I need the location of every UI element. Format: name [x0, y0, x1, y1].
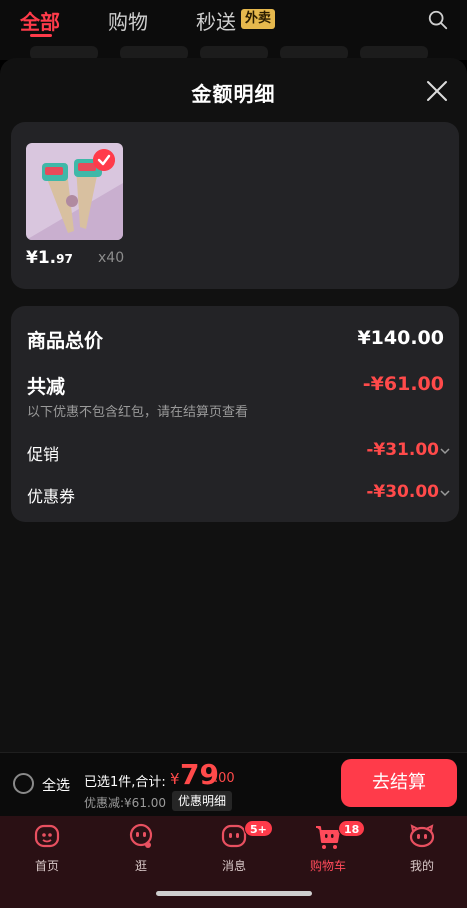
- nav-stroll[interactable]: 逛: [113, 822, 169, 876]
- coupon-value: -¥30.00: [366, 482, 439, 502]
- selected-check-icon: [93, 149, 115, 171]
- tab-miaosong[interactable]: 秒送: [196, 6, 236, 35]
- product-quantity: x40: [98, 250, 125, 266]
- discount-amount-text: 优惠减:¥61.00: [84, 796, 167, 810]
- nav-home[interactable]: 首页: [19, 822, 75, 876]
- total-price-value: ¥140.00: [357, 327, 444, 349]
- chevron-down-icon[interactable]: [439, 445, 451, 457]
- sheet-title: 金额明细: [191, 82, 276, 106]
- nav-label: 消息: [221, 859, 246, 873]
- nav-label: 首页: [34, 859, 59, 873]
- coupon-label: 优惠券: [27, 487, 76, 506]
- promo-label: 促销: [27, 445, 60, 464]
- profile-face-icon: [409, 824, 435, 848]
- nav-label: 逛: [134, 859, 147, 873]
- reduction-note: 以下优惠不包含红包，请在结算页查看: [27, 405, 249, 420]
- message-count-badge: 5+: [244, 820, 273, 837]
- cart-count-badge: 18: [338, 820, 366, 837]
- waimai-badge: 外卖: [241, 9, 276, 29]
- stroll-face-icon: [129, 823, 153, 848]
- home-indicator: [156, 891, 312, 896]
- total-reduction-value: -¥61.00: [362, 373, 444, 395]
- nav-messages[interactable]: 5+ 消息: [206, 820, 273, 876]
- checkout-button[interactable]: 去结算: [341, 759, 457, 807]
- total-amount-decimal: .00: [214, 771, 235, 786]
- total-currency-symbol: ¥: [170, 770, 180, 788]
- home-face-icon: [34, 824, 60, 848]
- tab-all[interactable]: 全部: [20, 6, 60, 35]
- discount-detail-button[interactable]: 优惠明细: [172, 791, 233, 811]
- search-icon[interactable]: [427, 9, 449, 31]
- selected-count-text: 已选1件,合计:: [84, 775, 166, 790]
- close-icon[interactable]: [424, 78, 450, 104]
- product-price: ¥1.97: [26, 248, 73, 268]
- total-price-label: 商品总价: [27, 330, 104, 352]
- select-all-radio[interactable]: [13, 773, 34, 794]
- tab-active-underline: [30, 34, 52, 37]
- promo-value: -¥31.00: [366, 440, 439, 460]
- select-all-label[interactable]: 全选: [42, 775, 70, 795]
- nav-profile[interactable]: 我的: [394, 822, 450, 876]
- nav-cart[interactable]: 18 购物车: [300, 820, 366, 876]
- nav-label: 我的: [409, 859, 434, 873]
- tab-shopping[interactable]: 购物: [108, 6, 148, 35]
- chevron-down-icon[interactable]: [439, 487, 451, 499]
- total-reduction-label: 共减: [27, 376, 66, 398]
- nav-label: 购物车: [309, 859, 346, 873]
- top-tab-bar: 全部 购物 秒送 外卖: [0, 0, 467, 60]
